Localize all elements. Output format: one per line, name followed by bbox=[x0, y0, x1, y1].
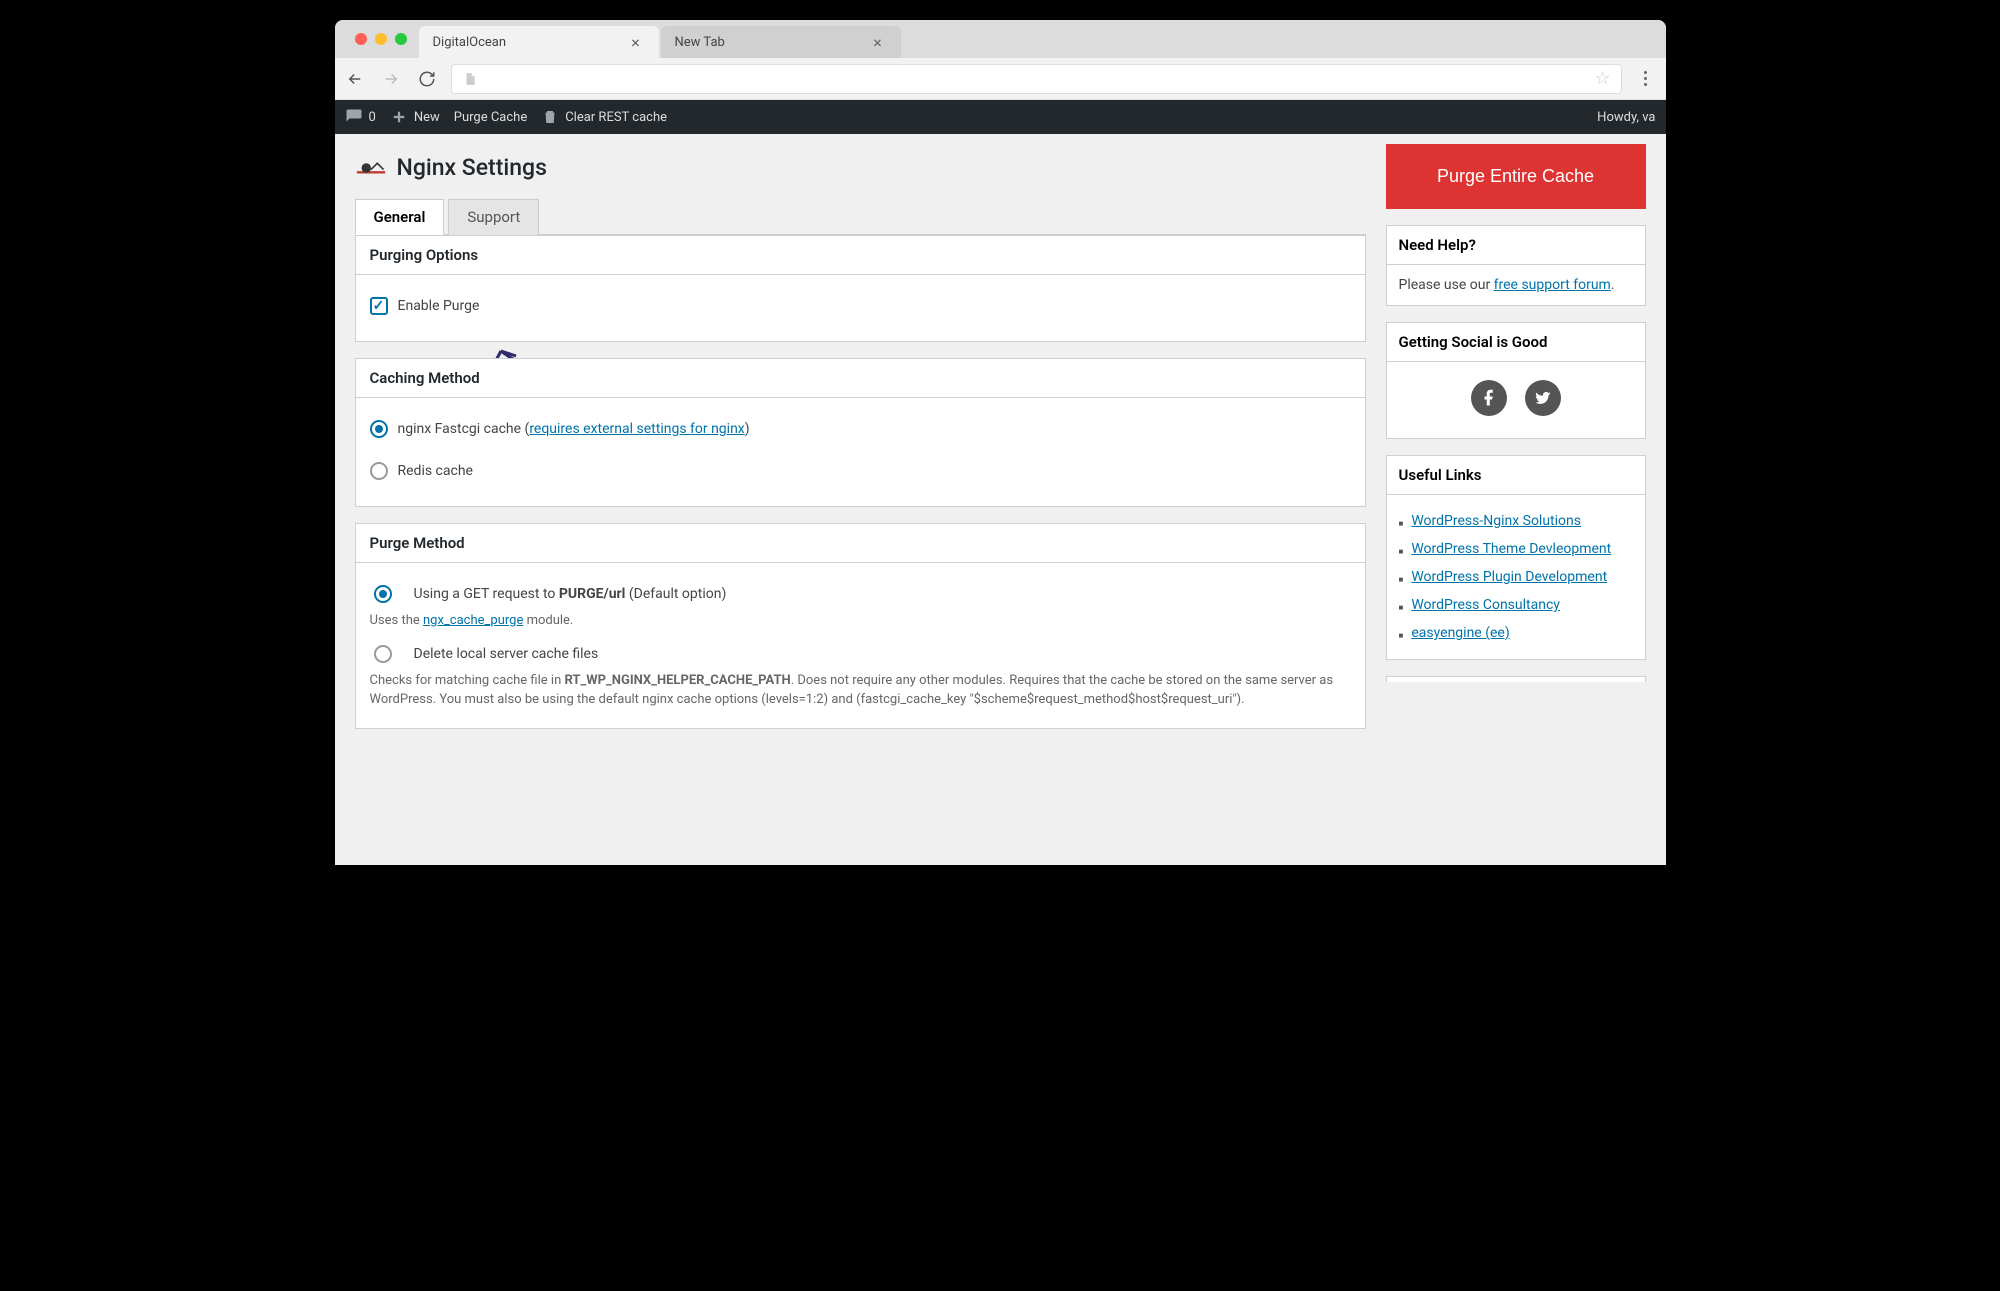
list-item: WordPress Theme Devleopment bbox=[1399, 535, 1633, 563]
facebook-icon[interactable] bbox=[1471, 380, 1507, 416]
caching-redis-label: Redis cache bbox=[398, 463, 473, 479]
back-button[interactable] bbox=[343, 67, 367, 91]
purge-delete-row[interactable]: Delete local server cache files bbox=[374, 645, 1351, 663]
purge-get-row[interactable]: Using a GET request to PURGE/url (Defaul… bbox=[374, 585, 1351, 603]
purge-get-radio[interactable] bbox=[374, 585, 392, 603]
browser-menu-button[interactable] bbox=[1634, 67, 1658, 91]
adminbar-new[interactable]: New bbox=[390, 108, 440, 126]
page-icon bbox=[462, 71, 478, 87]
need-help-heading: Need Help? bbox=[1387, 226, 1645, 265]
browser-tab-strip: DigitalOcean × New Tab × bbox=[335, 20, 1666, 58]
fastcgi-settings-link[interactable]: requires external settings for nginx bbox=[529, 421, 744, 437]
list-item: WordPress Plugin Development bbox=[1399, 563, 1633, 591]
browser-tab-newtab[interactable]: New Tab × bbox=[661, 26, 901, 58]
adminbar-howdy[interactable]: Howdy, va bbox=[1597, 110, 1655, 125]
purge-entire-cache-button[interactable]: Purge Entire Cache bbox=[1386, 144, 1646, 209]
browser-tab-digitalocean[interactable]: DigitalOcean × bbox=[419, 26, 659, 58]
maximize-window-button[interactable] bbox=[395, 33, 407, 45]
settings-tabs: General Support bbox=[355, 199, 1366, 235]
getting-social-heading: Getting Social is Good bbox=[1387, 323, 1645, 362]
nginx-helper-icon bbox=[355, 157, 387, 179]
purge-method-heading: Purge Method bbox=[356, 524, 1365, 563]
forward-button[interactable] bbox=[379, 67, 403, 91]
list-item: WordPress-Nginx Solutions bbox=[1399, 507, 1633, 535]
useful-link[interactable]: easyengine (ee) bbox=[1411, 625, 1509, 641]
tab-general[interactable]: General bbox=[355, 199, 445, 235]
purge-method-section: Purge Method Using a GET request to PURG… bbox=[355, 523, 1366, 729]
caching-fastcgi-radio[interactable] bbox=[370, 420, 388, 438]
purging-options-section: Purging Options Enable Purge bbox=[355, 235, 1366, 342]
purge-delete-radio[interactable] bbox=[374, 645, 392, 663]
caching-redis-radio[interactable] bbox=[370, 462, 388, 480]
page-title: Nginx Settings bbox=[397, 154, 547, 181]
useful-link[interactable]: WordPress Consultancy bbox=[1411, 597, 1560, 613]
minimize-window-button[interactable] bbox=[375, 33, 387, 45]
useful-links-list: WordPress-Nginx Solutions WordPress Them… bbox=[1399, 507, 1633, 647]
list-item: easyengine (ee) bbox=[1399, 619, 1633, 647]
purge-delete-label: Delete local server cache files bbox=[414, 646, 599, 662]
reload-button[interactable] bbox=[415, 67, 439, 91]
tab-support[interactable]: Support bbox=[448, 199, 539, 235]
caching-redis-row[interactable]: Redis cache bbox=[370, 462, 1351, 480]
new-label: New bbox=[414, 110, 440, 125]
caching-fastcgi-row[interactable]: nginx Fastcgi cache (requires external s… bbox=[370, 420, 1351, 438]
adminbar-purge-cache[interactable]: Purge Cache bbox=[454, 110, 527, 125]
useful-links-heading: Useful Links bbox=[1387, 456, 1645, 495]
enable-purge-checkbox[interactable] bbox=[370, 297, 388, 315]
bottom-card-peek bbox=[1386, 676, 1646, 682]
wp-admin-bar: 0 New Purge Cache Clear REST cache Howdy… bbox=[335, 100, 1666, 134]
address-bar[interactable]: ☆ bbox=[451, 64, 1622, 94]
enable-purge-label: Enable Purge bbox=[398, 298, 480, 314]
useful-link[interactable]: WordPress Theme Devleopment bbox=[1411, 541, 1611, 557]
browser-window: DigitalOcean × New Tab × bbox=[335, 20, 1666, 865]
window-controls bbox=[343, 20, 419, 58]
need-help-card: Need Help? Please use our free support f… bbox=[1386, 225, 1646, 306]
adminbar-comments[interactable]: 0 bbox=[345, 108, 376, 126]
caching-method-heading: Caching Method bbox=[356, 359, 1365, 398]
list-item: WordPress Consultancy bbox=[1399, 591, 1633, 619]
close-tab-icon[interactable]: × bbox=[627, 33, 645, 52]
adminbar-clear-rest[interactable]: Clear REST cache bbox=[541, 108, 667, 126]
close-tab-icon[interactable]: × bbox=[869, 33, 887, 52]
ngx-cache-purge-link[interactable]: ngx_cache_purge bbox=[423, 613, 523, 628]
twitter-icon[interactable] bbox=[1525, 380, 1561, 416]
purging-options-heading: Purging Options bbox=[356, 236, 1365, 275]
enable-purge-row[interactable]: Enable Purge bbox=[370, 297, 1351, 315]
free-support-forum-link[interactable]: free support forum bbox=[1494, 277, 1611, 293]
close-window-button[interactable] bbox=[355, 33, 367, 45]
caching-method-section: Caching Method nginx Fastcgi cache (requ… bbox=[355, 358, 1366, 507]
browser-toolbar: ☆ bbox=[335, 58, 1666, 100]
bookmark-star-icon[interactable]: ☆ bbox=[1594, 68, 1610, 89]
comment-count: 0 bbox=[369, 110, 376, 125]
useful-link[interactable]: WordPress Plugin Development bbox=[1411, 569, 1607, 585]
page-content: Nginx Settings General Support Purging O… bbox=[335, 134, 1666, 865]
getting-social-card: Getting Social is Good bbox=[1386, 322, 1646, 439]
tab-title: DigitalOcean bbox=[433, 35, 617, 50]
useful-link[interactable]: WordPress-Nginx Solutions bbox=[1411, 513, 1581, 529]
tab-title: New Tab bbox=[675, 35, 859, 50]
useful-links-card: Useful Links WordPress-Nginx Solutions W… bbox=[1386, 455, 1646, 660]
